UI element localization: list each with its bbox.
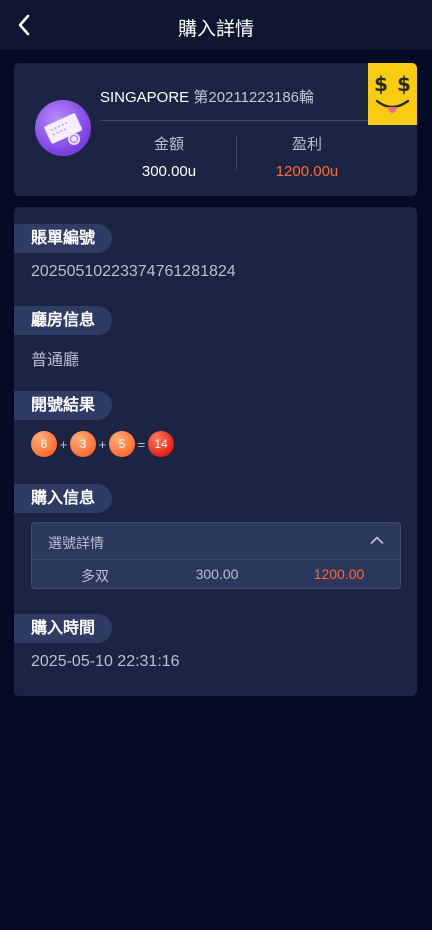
amount-value: 300.00u (141, 163, 197, 180)
order-summary-card: SINGAPORE 第20211223186輪 金額 300.00u 盈利 12… (14, 63, 417, 196)
bet-detail-toggle[interactable]: 選號詳情 (32, 523, 400, 558)
order-no-value: 2025051022337476128182​4 (31, 263, 236, 280)
lottery-ticket-icon (44, 113, 82, 145)
room-avatar (35, 100, 91, 156)
room-info-label: 廳房信息 (14, 306, 113, 335)
equals-sign: = (137, 436, 146, 452)
divider (100, 120, 368, 121)
draw-result-label: 開號結果 (14, 391, 113, 420)
profit-label: 盈利 (291, 136, 322, 153)
order-detail-card: 賬單編號 2025051022337476128182​4 廳房信息 普通廳 開… (14, 207, 417, 696)
plus-sign: + (98, 436, 107, 452)
bet-detail-panel: 選號詳情 多双 300.00 1200.00 (31, 522, 401, 589)
result-sum-ball: 14 (148, 431, 174, 457)
result-ball: 3 (70, 431, 96, 457)
purchase-time-label: 購入時間 (14, 614, 113, 643)
chevron-up-icon[interactable] (370, 535, 384, 545)
draw-result-balls: 6 + 3 + 5 = 14 (31, 431, 174, 457)
room-issue: 第20211223186輪 (193, 89, 315, 106)
profit-value: 1200.00u (275, 163, 339, 180)
svg-text:$: $ (397, 72, 411, 96)
bet-amount: 300.00 (195, 566, 239, 582)
room-info-value: 普通廳 (31, 352, 80, 369)
bet-profit: 1200.00 (313, 566, 365, 582)
bet-type: 多双 (81, 568, 109, 584)
order-no-label: 賬單編號 (14, 224, 113, 253)
money-eyes-emoji-icon: $ $ (368, 63, 417, 125)
divider (236, 135, 237, 171)
plus-sign: + (59, 436, 68, 452)
page-title: 購入詳情 (177, 19, 254, 40)
profit-stat: 盈利 1200.00u (247, 133, 367, 180)
result-ball: 6 (31, 431, 57, 457)
amount-stat: 金額 300.00u (109, 133, 229, 180)
result-ball: 5 (109, 431, 135, 457)
amount-label: 金額 (153, 136, 184, 153)
purchase-time-value: 2025-05-10 22:31:16 (31, 653, 180, 670)
room-name: SINGAPORE (100, 89, 190, 106)
bet-detail-title: 選號詳情 (48, 535, 104, 551)
svg-text:$: $ (374, 72, 388, 96)
top-bar: 購入詳情 (0, 0, 432, 50)
purchase-info-label: 購入信息 (14, 484, 113, 513)
room-title: SINGAPORE 第20211223186輪 (100, 86, 314, 107)
bet-row: 多双 300.00 1200.00 (32, 559, 400, 589)
